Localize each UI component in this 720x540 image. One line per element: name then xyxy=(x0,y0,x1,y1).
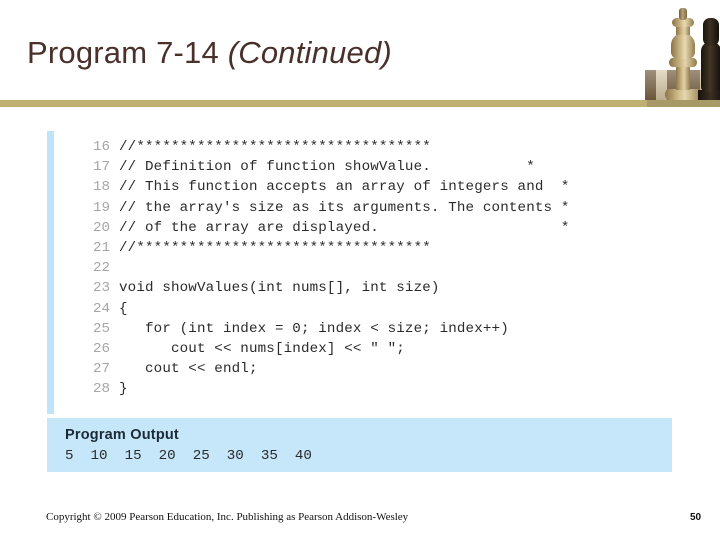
code-line-text: cout << endl; xyxy=(119,361,258,378)
dark-piece-body xyxy=(701,42,720,92)
code-line-text: for (int index = 0; index < size; index+… xyxy=(119,320,509,337)
footer-copyright: Copyright © 2009 Pearson Education, Inc.… xyxy=(46,511,409,523)
code-line: 19 // the array's size as its arguments. … xyxy=(54,198,672,218)
code-line: 24 { xyxy=(54,299,672,319)
code-line: 27 cout << endl; xyxy=(54,359,672,379)
code-line: 25 for (int index = 0; index < size; ind… xyxy=(54,319,672,339)
code-line: 18 // This function accepts an array of i… xyxy=(54,177,672,197)
code-line-number: 24 xyxy=(92,300,110,317)
code-line-number: 20 xyxy=(92,219,110,236)
code-line-text: } xyxy=(119,381,128,398)
code-line-text: { xyxy=(119,300,128,317)
code-line-text: // of the array are displayed. * xyxy=(119,219,570,236)
code-line-text: // This function accepts an array of int… xyxy=(119,179,570,196)
title-divider-right xyxy=(647,100,720,107)
code-line: 17 // Definition of function showValue. * xyxy=(54,157,672,177)
code-line: 26 cout << nums[index] << " "; xyxy=(54,339,672,359)
code-line: 28} xyxy=(54,379,672,399)
king-finial xyxy=(679,8,687,20)
page-title-main: Program 7-14 xyxy=(27,35,228,70)
code-line-text: cout << nums[index] << " "; xyxy=(119,340,405,357)
title-divider xyxy=(0,100,647,107)
slide: Program 7-14 (Continued) 16 //**********… xyxy=(0,0,720,540)
code-line-text: // Definition of function showValue. * xyxy=(119,159,535,176)
program-output-values: 5 10 15 20 25 30 35 40 xyxy=(65,448,312,464)
code-line-number: 26 xyxy=(92,340,110,357)
chess-photo xyxy=(645,0,720,104)
chess-king-light-icon xyxy=(665,8,701,100)
page-title-continued: (Continued) xyxy=(227,35,392,70)
king-stem xyxy=(676,66,690,90)
code-listing-lines: 16 //********************************** 17… xyxy=(54,137,672,399)
footer-page-number: 50 xyxy=(690,512,702,523)
code-listing-accent-stripe xyxy=(47,131,54,414)
code-line-number: 25 xyxy=(92,320,110,337)
code-line-number: 21 xyxy=(92,239,110,256)
code-line-number: 23 xyxy=(92,280,110,297)
code-line: 23 void showValues(int nums[], int size) xyxy=(54,278,672,298)
code-line-number: 16 xyxy=(92,139,110,155)
program-output-heading: Program Output xyxy=(65,427,179,443)
chess-piece-dark-icon xyxy=(698,18,720,104)
code-line-text: void showValues(int nums[], int size) xyxy=(119,280,440,297)
code-line-number: 28 xyxy=(92,381,110,398)
king-base xyxy=(665,89,701,100)
king-body xyxy=(671,33,695,59)
code-line-number: 27 xyxy=(92,361,110,378)
code-line-number: 19 xyxy=(92,199,110,216)
dark-piece-top xyxy=(703,18,719,46)
code-listing: 16 //********************************** 17… xyxy=(47,131,672,414)
code-line-number: 18 xyxy=(92,179,110,196)
code-line-number: 17 xyxy=(92,159,110,176)
code-line: 22 xyxy=(54,258,672,278)
slide-header: Program 7-14 (Continued) xyxy=(0,0,720,107)
code-line: 21 //********************************** xyxy=(54,238,672,258)
program-output-panel: Program Output 5 10 15 20 25 30 35 40 xyxy=(47,418,672,472)
code-line: 16 //********************************** xyxy=(54,137,672,157)
code-line: 20 // of the array are displayed. * xyxy=(54,218,672,238)
code-line-text: //********************************** xyxy=(119,239,431,256)
page-title: Program 7-14 (Continued) xyxy=(27,35,392,71)
king-collar xyxy=(669,58,697,67)
code-line-text: //********************************** xyxy=(119,139,431,155)
code-line-number: 22 xyxy=(92,260,110,277)
code-line-text: // the array's size as its arguments. Th… xyxy=(119,199,570,216)
